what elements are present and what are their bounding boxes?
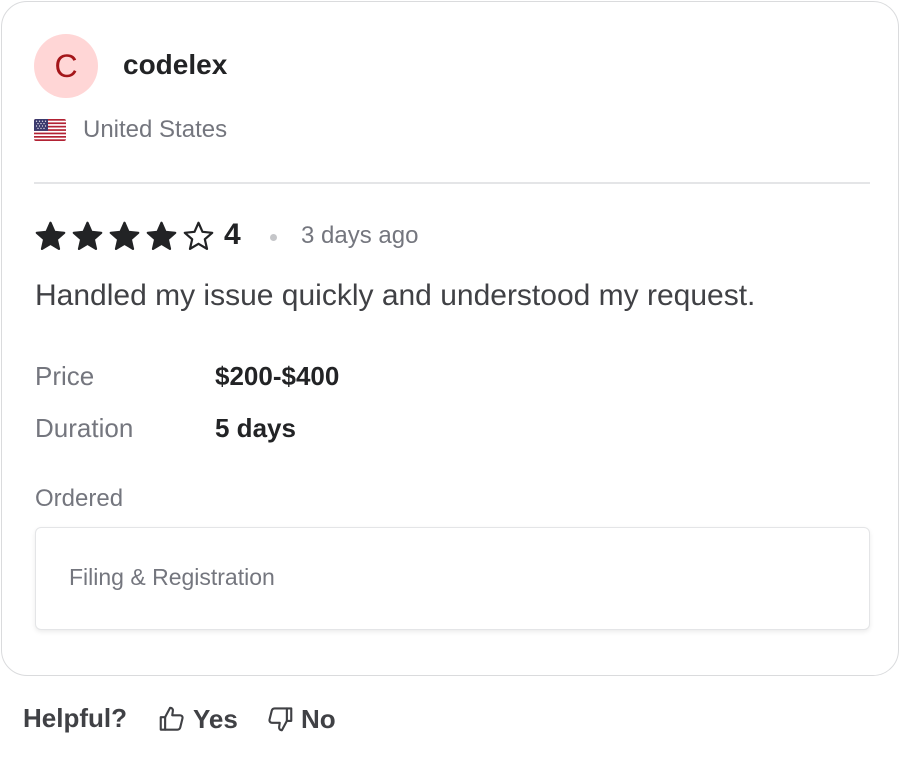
reviewer-country: United States <box>83 116 228 143</box>
price-label: Price <box>35 361 95 391</box>
star-empty-icon <box>183 221 214 250</box>
star-rating <box>34 220 215 253</box>
ordered-label: Ordered <box>35 485 124 512</box>
divider <box>34 182 870 184</box>
review-time: 3 days ago <box>301 222 419 249</box>
star-filled-icon <box>35 221 66 250</box>
price-value: $200-$400 <box>215 361 340 391</box>
helpful-yes-label: Yes <box>193 703 238 734</box>
ordered-item: Filing & Registration <box>69 564 275 590</box>
star-filled-icon <box>146 221 177 250</box>
duration-value: 5 days <box>215 413 296 443</box>
review-text: Handled my issue quickly and understood … <box>35 279 756 312</box>
thumbs-up-icon <box>159 706 184 731</box>
rating-value: 4 <box>224 218 241 251</box>
star-filled-icon <box>109 221 140 250</box>
helpful-yes-button[interactable]: Yes <box>157 700 238 738</box>
avatar[interactable]: C <box>34 34 98 98</box>
reviewer-username[interactable]: codelex <box>123 49 227 81</box>
ordered-item-box: Filing & Registration <box>35 527 870 630</box>
us-flag-icon <box>34 119 66 141</box>
helpful-no-button[interactable]: No <box>265 700 336 738</box>
duration-label: Duration <box>35 413 134 443</box>
helpful-label: Helpful? <box>23 703 127 733</box>
review-card: C codelex United States 4 3 days ago Han… <box>1 1 899 676</box>
helpful-no-label: No <box>301 703 336 734</box>
star-filled-icon <box>72 221 103 250</box>
thumbs-down-icon <box>268 707 293 732</box>
separator-dot <box>270 234 277 241</box>
